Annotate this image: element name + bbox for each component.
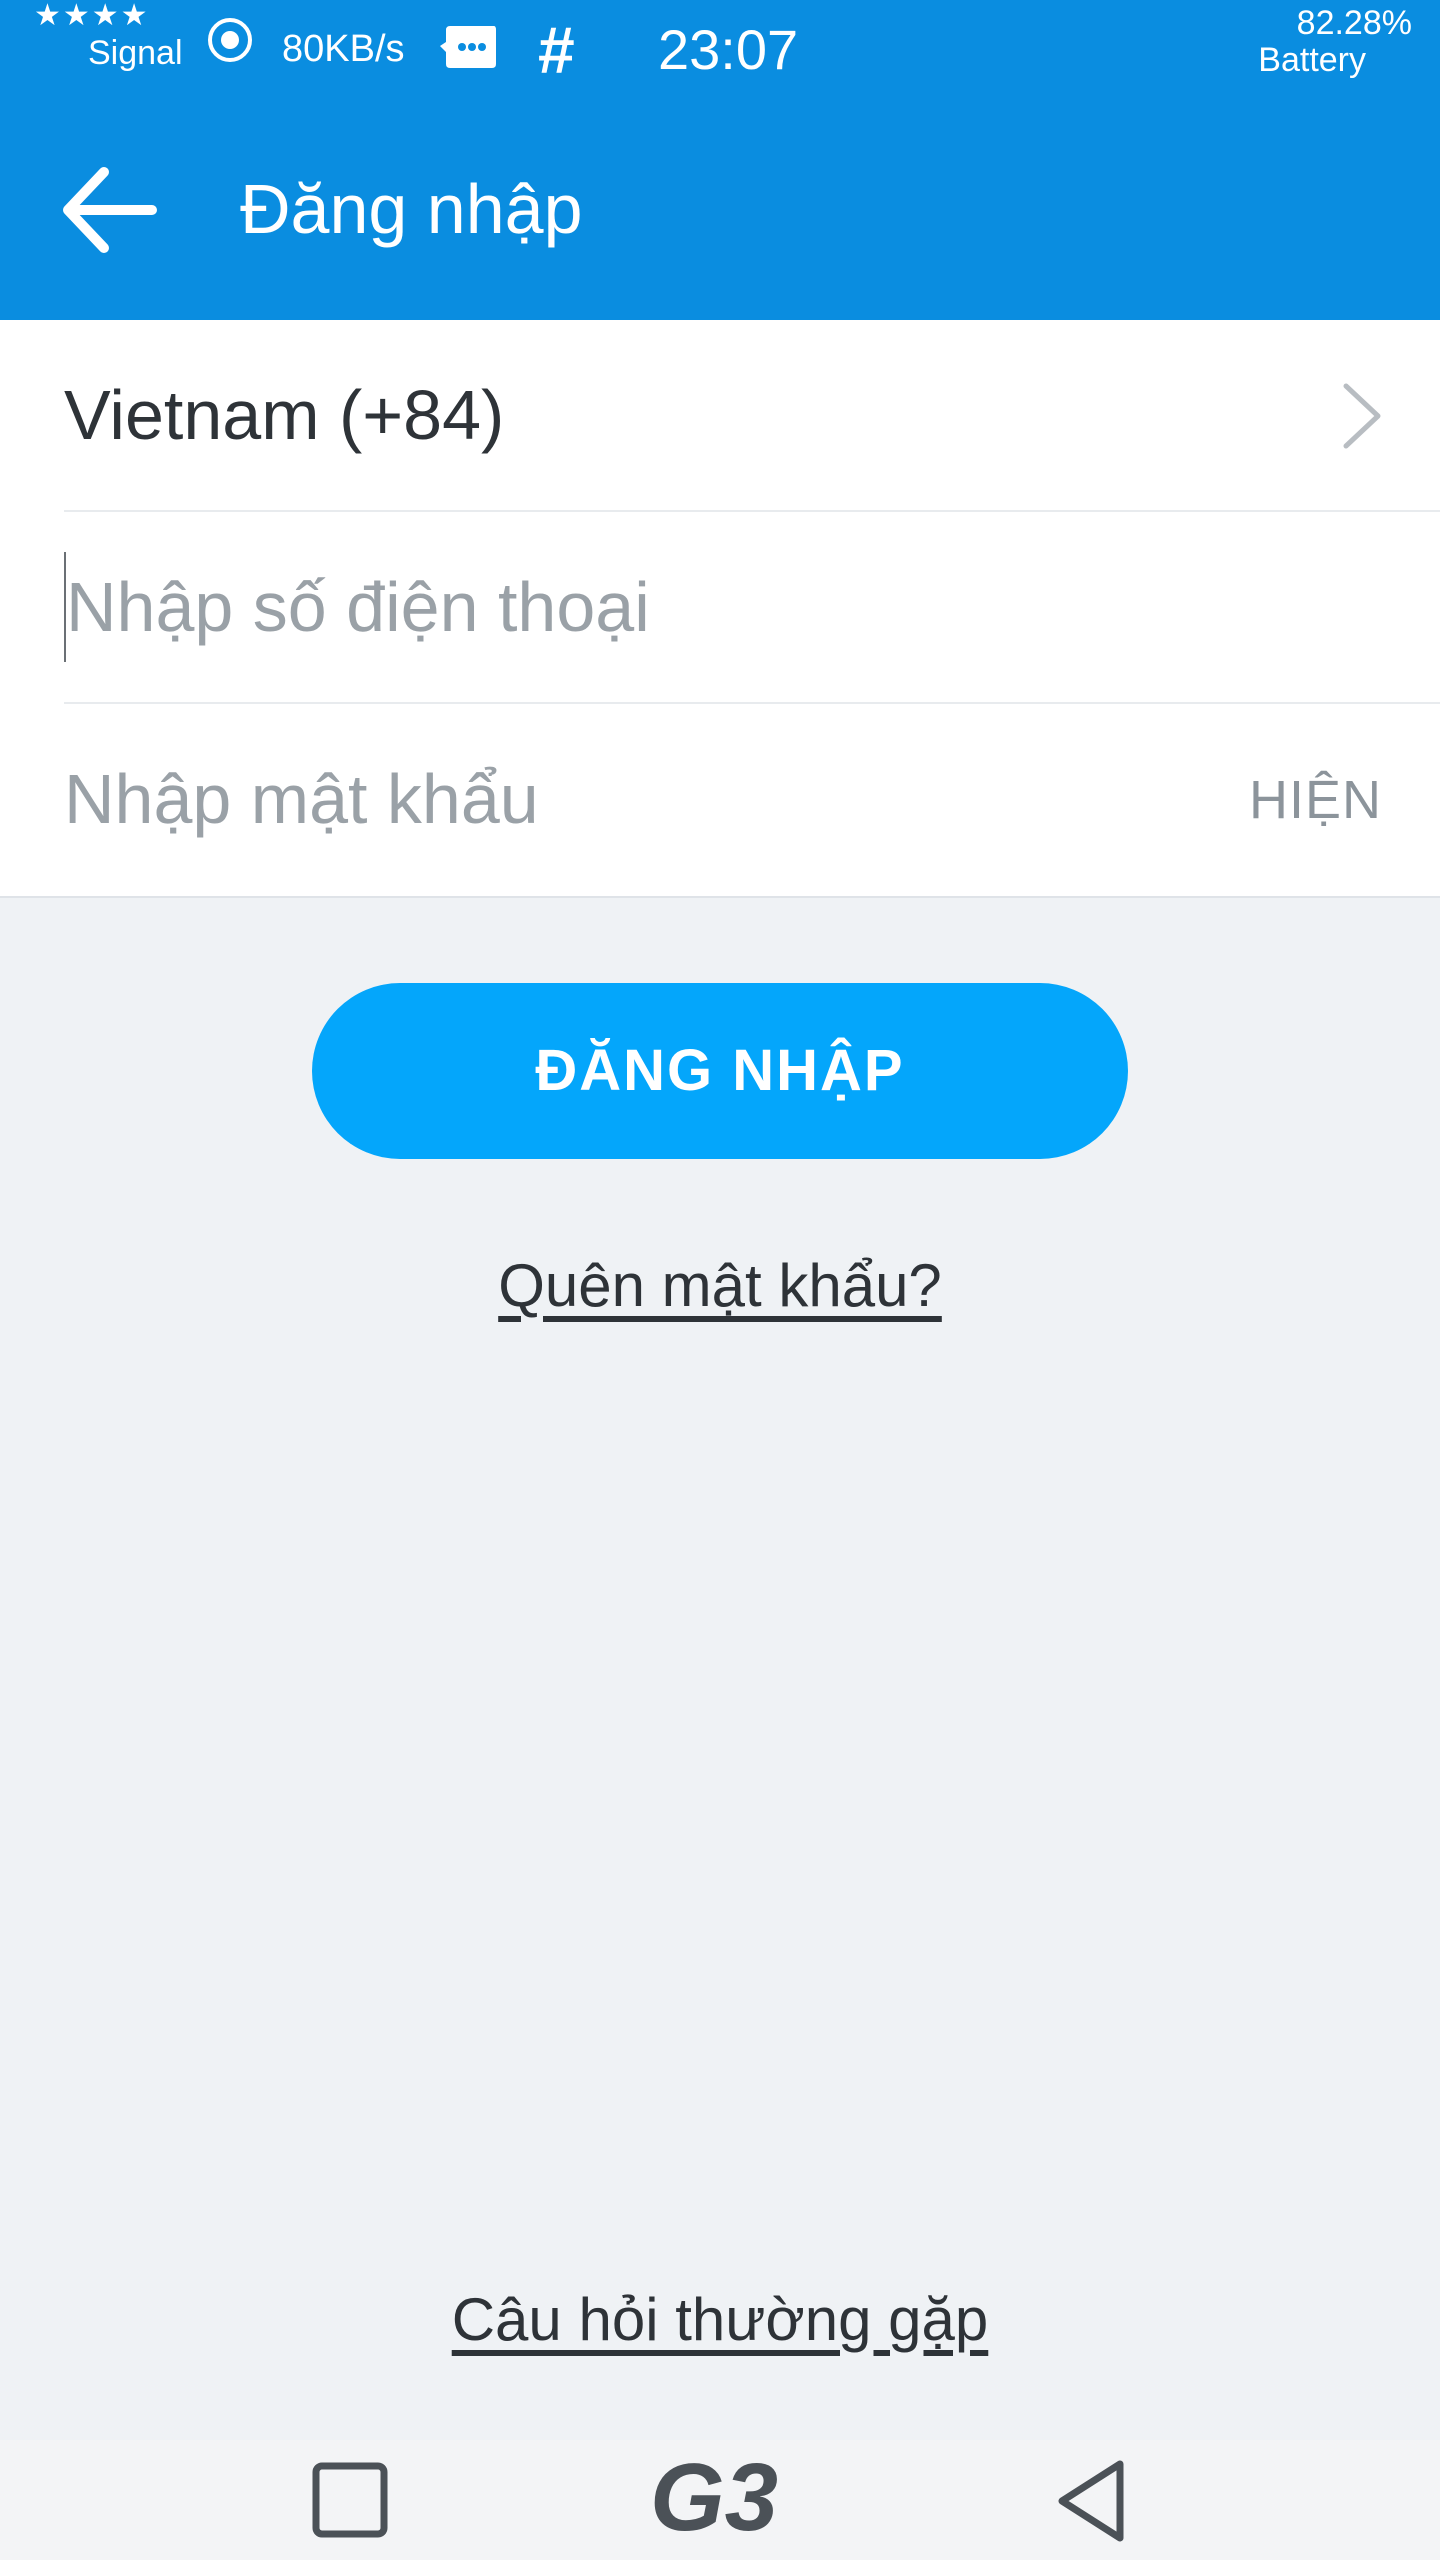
home-logo-icon[interactable]: G3 bbox=[648, 2444, 792, 2551]
app-bar: Đăng nhập bbox=[0, 100, 1440, 320]
password-input[interactable] bbox=[64, 744, 1164, 854]
battery-percent: 82.28% bbox=[1296, 4, 1412, 42]
back-button[interactable] bbox=[60, 162, 160, 258]
system-nav-bar: G3 bbox=[0, 2440, 1440, 2560]
page-title: Đăng nhập bbox=[240, 170, 583, 248]
login-button[interactable]: ĐĂNG NHẬP bbox=[312, 983, 1128, 1159]
hotspot-icon bbox=[206, 16, 254, 64]
battery-label: Battery bbox=[1258, 41, 1366, 79]
phone-input[interactable] bbox=[64, 552, 1164, 662]
home-logo-text: G3 bbox=[650, 2450, 778, 2550]
password-row: HIỆN bbox=[64, 704, 1440, 896]
forgot-password-link[interactable]: Quên mật khẩu? bbox=[0, 1246, 1440, 1326]
signal-label: Signal bbox=[88, 34, 183, 72]
show-password-toggle[interactable]: HIỆN bbox=[1249, 764, 1382, 836]
chevron-right-icon bbox=[1332, 378, 1392, 454]
status-bar: ★★★★ Signal 80KB/s # 23:07 82.28% Batter… bbox=[0, 0, 1440, 100]
phone-row bbox=[64, 512, 1440, 704]
login-screen: ★★★★ Signal 80KB/s # 23:07 82.28% Batter… bbox=[0, 0, 1440, 2560]
signal-stars: ★★★★ bbox=[34, 0, 150, 32]
recents-square-icon[interactable] bbox=[310, 2460, 390, 2540]
hash-icon: # bbox=[538, 13, 575, 87]
arrow-left-icon bbox=[63, 167, 157, 253]
login-form: Vietnam (+84) HIỆN bbox=[0, 320, 1440, 898]
faq-link[interactable]: Câu hỏi thường gặp bbox=[0, 2280, 1440, 2360]
network-speed: 80KB/s bbox=[282, 28, 405, 70]
back-triangle-icon[interactable] bbox=[1054, 2458, 1128, 2544]
country-label: Vietnam (+84) bbox=[64, 376, 505, 454]
clock: 23:07 bbox=[658, 18, 799, 81]
country-selector[interactable]: Vietnam (+84) bbox=[64, 320, 1440, 512]
message-icon bbox=[440, 24, 498, 70]
